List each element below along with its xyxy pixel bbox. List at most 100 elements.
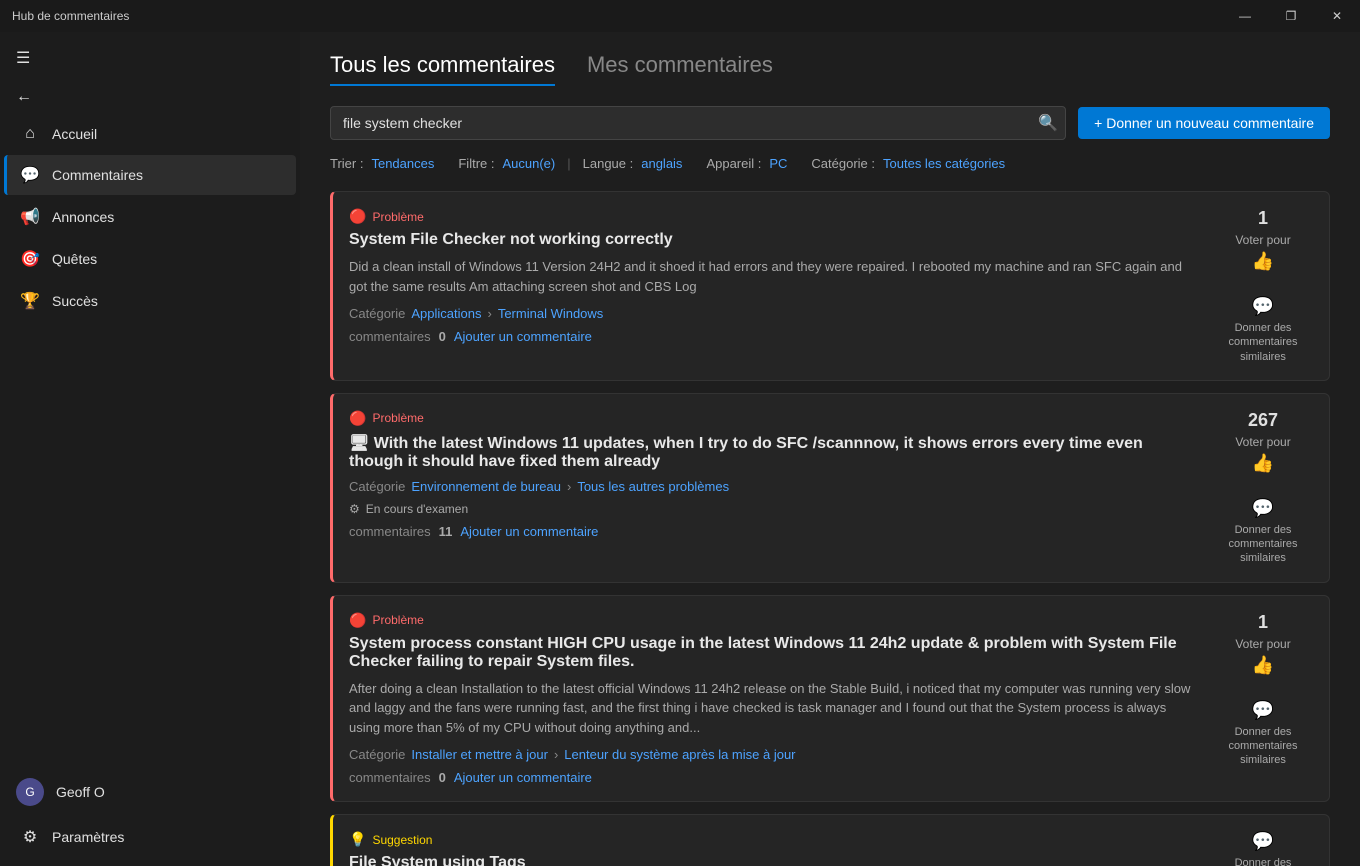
search-button[interactable]: 🔍 [1038, 113, 1058, 133]
back-button[interactable]: ← [0, 80, 300, 114]
main-content: Tous les commentaires Mes commentaires 🔍… [300, 32, 1360, 866]
similar-icon[interactable]: 💬 [1252, 296, 1274, 317]
achievements-icon: 🏆 [20, 291, 40, 311]
back-arrow-icon: ← [16, 88, 32, 106]
sidebar-bottom: G Geoff O ⚙ Paramètres [0, 768, 300, 866]
comments-label: commentaires [349, 524, 431, 539]
type-label: Problème [372, 613, 423, 627]
thumbsup-icon[interactable]: 👍 [1252, 453, 1274, 474]
thumbsup-icon[interactable]: 👍 [1252, 655, 1274, 676]
status-icon: ⚙ [349, 502, 360, 516]
comments-row: commentaires 11 Ajouter un commentaire [349, 524, 1197, 539]
similar-label[interactable]: Donner des commentaires similaires [1218, 321, 1308, 364]
category-link-2[interactable]: Tous les autres problèmes [577, 479, 729, 494]
result-title[interactable]: System File Checker not working correctl… [349, 231, 1197, 249]
sidebar-item-accueil[interactable]: ⌂ Accueil [4, 115, 296, 153]
sidebar-item-annonces[interactable]: 📢 Annonces [4, 197, 296, 237]
search-row: 🔍 + Donner un nouveau commentaire [330, 106, 1330, 140]
tab-mes-commentaires[interactable]: Mes commentaires [587, 52, 773, 86]
sidebar-item-label: Annonces [52, 209, 114, 225]
result-card-right: 267 Voter pour 👍 💬 Donner des commentair… [1213, 410, 1313, 566]
add-comment-link[interactable]: Ajouter un commentaire [454, 770, 592, 785]
device-value[interactable]: PC [769, 156, 787, 171]
type-tag: 🔴 Problème [349, 208, 1197, 225]
tab-tous-commentaires[interactable]: Tous les commentaires [330, 52, 555, 86]
result-card-3: 🔴 Problème System process constant HIGH … [330, 595, 1330, 803]
similar-section: 💬 Donner des commentaires similaires [1218, 498, 1308, 566]
result-title[interactable]: File System using Tags [349, 854, 1197, 866]
result-card-left: 🔴 Problème System process constant HIGH … [349, 612, 1197, 786]
similar-icon[interactable]: 💬 [1252, 700, 1274, 721]
sidebar-item-succes[interactable]: 🏆 Succès [4, 281, 296, 321]
new-comment-button[interactable]: + Donner un nouveau commentaire [1078, 107, 1330, 139]
category-link-2[interactable]: Terminal Windows [498, 306, 603, 321]
vote-label: Voter pour [1235, 637, 1290, 651]
similar-icon[interactable]: 💬 [1252, 498, 1274, 519]
category-link-1[interactable]: Installer et mettre à jour [411, 747, 548, 762]
app-body: ☰ ← ⌂ Accueil 💬 Commentaires 📢 Annonces … [0, 32, 1360, 866]
category-row: Catégorie Installer et mettre à jour › L… [349, 747, 1197, 762]
result-card-right: 1 Voter pour 👍 💬 Donner des commentaires… [1213, 208, 1313, 364]
search-input[interactable] [330, 106, 1066, 140]
category-prefix: Catégorie [349, 747, 405, 762]
result-description: After doing a clean Installation to the … [349, 679, 1197, 738]
type-tag: 💡 Suggestion [349, 831, 1197, 848]
result-card-right: 💬 Donner des commentaires similaires [1213, 831, 1313, 866]
comment-count: 0 [439, 770, 446, 785]
add-comment-link[interactable]: Ajouter un commentaire [454, 329, 592, 344]
sidebar: ☰ ← ⌂ Accueil 💬 Commentaires 📢 Annonces … [0, 32, 300, 866]
sidebar-item-quetes[interactable]: 🎯 Quêtes [4, 239, 296, 279]
type-tag: 🔴 Problème [349, 612, 1197, 629]
result-card-2: 🔴 Problème 🖥 With the latest Windows 11 … [330, 393, 1330, 583]
similar-label[interactable]: Donner des commentaires similaires [1218, 725, 1308, 768]
result-card-4: 💡 Suggestion File System using Tags 💬 Do… [330, 814, 1330, 866]
user-profile[interactable]: G Geoff O [0, 768, 300, 816]
vote-section: 1 Voter pour 👍 [1235, 208, 1290, 272]
hamburger-icon[interactable]: ☰ [16, 48, 30, 68]
category-value[interactable]: Toutes les catégories [883, 156, 1005, 171]
similar-icon[interactable]: 💬 [1252, 831, 1274, 852]
vote-count: 267 [1248, 410, 1278, 431]
problem-icon: 🔴 [349, 208, 366, 225]
avatar: G [16, 778, 44, 806]
similar-section: 💬 Donner des commentaires similaires [1218, 831, 1308, 866]
lang-label: Langue : [583, 156, 634, 171]
sidebar-item-label: Quêtes [52, 251, 97, 267]
filter-value[interactable]: Aucun(e) [502, 156, 555, 171]
sort-value[interactable]: Tendances [371, 156, 434, 171]
result-title[interactable]: 🖥 With the latest Windows 11 updates, wh… [349, 433, 1197, 471]
quests-icon: 🎯 [20, 249, 40, 269]
maximize-button[interactable]: ❐ [1268, 0, 1314, 32]
type-tag: 🔴 Problème [349, 410, 1197, 427]
problem-icon: 🔴 [349, 612, 366, 629]
sidebar-item-label: Paramètres [52, 829, 124, 845]
similar-label[interactable]: Donner des commentaires similaires [1218, 523, 1308, 566]
sidebar-item-parametres[interactable]: ⚙ Paramètres [4, 817, 296, 857]
comment-count: 0 [439, 329, 446, 344]
lang-value[interactable]: anglais [641, 156, 682, 171]
vote-count: 1 [1258, 612, 1268, 633]
similar-section: 💬 Donner des commentaires similaires [1218, 296, 1308, 364]
result-title[interactable]: System process constant HIGH CPU usage i… [349, 635, 1197, 671]
vote-label: Voter pour [1235, 435, 1290, 449]
suggestion-icon: 💡 [349, 831, 366, 848]
sidebar-item-label: Commentaires [52, 167, 143, 183]
result-card-right: 1 Voter pour 👍 💬 Donner des commentaires… [1213, 612, 1313, 786]
category-prefix: Catégorie [349, 306, 405, 321]
sidebar-item-commentaires[interactable]: 💬 Commentaires [4, 155, 296, 195]
vote-section: 1 Voter pour 👍 [1235, 612, 1290, 676]
add-comment-link[interactable]: Ajouter un commentaire [460, 524, 598, 539]
close-button[interactable]: ✕ [1314, 0, 1360, 32]
result-description: Did a clean install of Windows 11 Versio… [349, 257, 1197, 296]
vote-section: 267 Voter pour 👍 [1235, 410, 1290, 474]
minimize-button[interactable]: — [1222, 0, 1268, 32]
category-link-1[interactable]: Applications [411, 306, 481, 321]
category-link-1[interactable]: Environnement de bureau [411, 479, 561, 494]
category-link-2[interactable]: Lenteur du système après la mise à jour [564, 747, 795, 762]
thumbsup-icon[interactable]: 👍 [1252, 251, 1274, 272]
similar-label[interactable]: Donner des commentaires similaires [1218, 856, 1308, 866]
sidebar-item-label: Succès [52, 293, 98, 309]
status-text: En cours d'examen [366, 502, 468, 516]
sidebar-header: ☰ [0, 40, 300, 76]
result-title-icon: 🖥 [349, 435, 374, 452]
